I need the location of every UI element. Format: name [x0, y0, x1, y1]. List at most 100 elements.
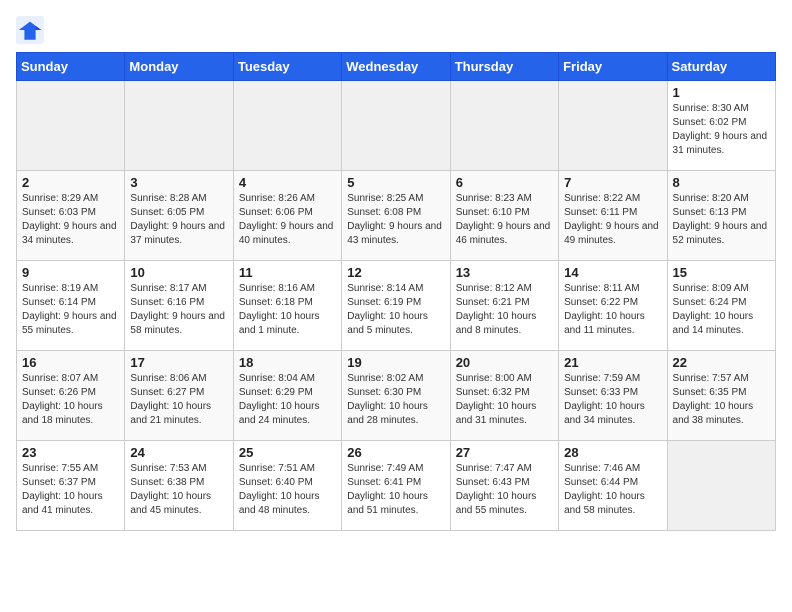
calendar-cell: 27 Sunrise: 7:47 AM Sunset: 6:43 PM Dayli… — [450, 441, 558, 531]
calendar-week-row: 9Sunrise: 8:19 AM Sunset: 6:14 PM Daylig… — [17, 261, 776, 351]
calendar-cell: 13 Sunrise: 8:12 AM Sunset: 6:21 PM Dayli… — [450, 261, 558, 351]
day-number: 11 — [239, 265, 336, 280]
day-number: 5 — [347, 175, 444, 190]
weekday-header-sunday: Sunday — [17, 53, 125, 81]
day-info: Sunrise: 7:51 AM Sunset: 6:40 PM Dayligh… — [239, 462, 336, 518]
calendar-cell: 14 Sunrise: 8:11 AM Sunset: 6:22 PM Dayli… — [559, 261, 667, 351]
calendar-cell: 23 Sunrise: 7:55 AM Sunset: 6:37 PM Dayli… — [17, 441, 125, 531]
calendar-cell — [233, 81, 341, 171]
day-number: 19 — [347, 355, 444, 370]
calendar-week-row: 23 Sunrise: 7:55 AM Sunset: 6:37 PM Dayli… — [17, 441, 776, 531]
calendar-cell: 6 Sunrise: 8:23 AM Sunset: 6:10 PM Daylig… — [450, 171, 558, 261]
day-info: Sunrise: 8:12 AM Sunset: 6:21 PM Dayligh… — [456, 282, 553, 338]
day-info: Sunrise: 7:59 AM Sunset: 6:33 PM Dayligh… — [564, 372, 661, 428]
day-number: 12 — [347, 265, 444, 280]
day-info: Sunrise: 8:11 AM Sunset: 6:22 PM Dayligh… — [564, 282, 661, 338]
weekday-header-saturday: Saturday — [667, 53, 775, 81]
day-number: 28 — [564, 445, 661, 460]
calendar-cell: 22 Sunrise: 7:57 AM Sunset: 6:35 PM Dayli… — [667, 351, 775, 441]
calendar-cell: 11 Sunrise: 8:16 AM Sunset: 6:18 PM Dayli… — [233, 261, 341, 351]
calendar-cell: 3 Sunrise: 8:28 AM Sunset: 6:05 PM Daylig… — [125, 171, 233, 261]
day-number: 22 — [673, 355, 770, 370]
calendar-cell: 2 Sunrise: 8:29 AM Sunset: 6:03 PM Daylig… — [17, 171, 125, 261]
calendar-cell: 5 Sunrise: 8:25 AM Sunset: 6:08 PM Daylig… — [342, 171, 450, 261]
calendar-cell — [17, 81, 125, 171]
day-number: 20 — [456, 355, 553, 370]
calendar-cell: 26 Sunrise: 7:49 AM Sunset: 6:41 PM Dayli… — [342, 441, 450, 531]
day-info: Sunrise: 8:22 AM Sunset: 6:11 PM Dayligh… — [564, 192, 661, 248]
calendar-cell: 28 Sunrise: 7:46 AM Sunset: 6:44 PM Dayli… — [559, 441, 667, 531]
day-info: Sunrise: 8:09 AM Sunset: 6:24 PM Dayligh… — [673, 282, 770, 338]
day-info: Sunrise: 7:46 AM Sunset: 6:44 PM Dayligh… — [564, 462, 661, 518]
weekday-header-monday: Monday — [125, 53, 233, 81]
day-info: Sunrise: 8:02 AM Sunset: 6:30 PM Dayligh… — [347, 372, 444, 428]
weekday-header-tuesday: Tuesday — [233, 53, 341, 81]
calendar-cell: 15 Sunrise: 8:09 AM Sunset: 6:24 PM Dayli… — [667, 261, 775, 351]
day-info: Sunrise: 8:16 AM Sunset: 6:18 PM Dayligh… — [239, 282, 336, 338]
calendar-cell: 17 Sunrise: 8:06 AM Sunset: 6:27 PM Dayli… — [125, 351, 233, 441]
day-number: 7 — [564, 175, 661, 190]
day-number: 23 — [22, 445, 119, 460]
calendar-header: SundayMondayTuesdayWednesdayThursdayFrid… — [17, 53, 776, 81]
day-number: 25 — [239, 445, 336, 460]
day-number: 27 — [456, 445, 553, 460]
day-info: Sunrise: 8:06 AM Sunset: 6:27 PM Dayligh… — [130, 372, 227, 428]
day-info: Sunrise: 7:49 AM Sunset: 6:41 PM Dayligh… — [347, 462, 444, 518]
calendar-week-row: 16 Sunrise: 8:07 AM Sunset: 6:26 PM Dayli… — [17, 351, 776, 441]
calendar-cell: 25 Sunrise: 7:51 AM Sunset: 6:40 PM Dayli… — [233, 441, 341, 531]
calendar-cell — [342, 81, 450, 171]
day-info: Sunrise: 8:25 AM Sunset: 6:08 PM Dayligh… — [347, 192, 444, 248]
day-info: Sunrise: 7:47 AM Sunset: 6:43 PM Dayligh… — [456, 462, 553, 518]
calendar-week-row: 1Sunrise: 8:30 AM Sunset: 6:02 PM Daylig… — [17, 81, 776, 171]
calendar-cell: 21 Sunrise: 7:59 AM Sunset: 6:33 PM Dayli… — [559, 351, 667, 441]
calendar-cell: 1Sunrise: 8:30 AM Sunset: 6:02 PM Daylig… — [667, 81, 775, 171]
day-number: 6 — [456, 175, 553, 190]
page-header — [16, 16, 776, 44]
day-number: 17 — [130, 355, 227, 370]
weekday-header-row: SundayMondayTuesdayWednesdayThursdayFrid… — [17, 53, 776, 81]
day-info: Sunrise: 7:55 AM Sunset: 6:37 PM Dayligh… — [22, 462, 119, 518]
logo-icon — [16, 16, 44, 44]
day-info: Sunrise: 8:20 AM Sunset: 6:13 PM Dayligh… — [673, 192, 770, 248]
day-number: 26 — [347, 445, 444, 460]
calendar-cell: 7 Sunrise: 8:22 AM Sunset: 6:11 PM Daylig… — [559, 171, 667, 261]
calendar-week-row: 2 Sunrise: 8:29 AM Sunset: 6:03 PM Daylig… — [17, 171, 776, 261]
day-number: 13 — [456, 265, 553, 280]
calendar-cell — [559, 81, 667, 171]
weekday-header-wednesday: Wednesday — [342, 53, 450, 81]
day-number: 4 — [239, 175, 336, 190]
calendar-cell — [450, 81, 558, 171]
day-info: Sunrise: 8:30 AM Sunset: 6:02 PM Dayligh… — [673, 102, 770, 158]
day-number: 21 — [564, 355, 661, 370]
calendar-cell: 16 Sunrise: 8:07 AM Sunset: 6:26 PM Dayli… — [17, 351, 125, 441]
day-number: 16 — [22, 355, 119, 370]
weekday-header-friday: Friday — [559, 53, 667, 81]
day-number: 2 — [22, 175, 119, 190]
day-info: Sunrise: 8:07 AM Sunset: 6:26 PM Dayligh… — [22, 372, 119, 428]
day-number: 18 — [239, 355, 336, 370]
logo — [16, 16, 48, 44]
day-info: Sunrise: 7:57 AM Sunset: 6:35 PM Dayligh… — [673, 372, 770, 428]
calendar-cell: 4 Sunrise: 8:26 AM Sunset: 6:06 PM Daylig… — [233, 171, 341, 261]
day-number: 15 — [673, 265, 770, 280]
day-info: Sunrise: 7:53 AM Sunset: 6:38 PM Dayligh… — [130, 462, 227, 518]
day-info: Sunrise: 8:23 AM Sunset: 6:10 PM Dayligh… — [456, 192, 553, 248]
calendar-cell — [125, 81, 233, 171]
day-info: Sunrise: 8:26 AM Sunset: 6:06 PM Dayligh… — [239, 192, 336, 248]
day-number: 3 — [130, 175, 227, 190]
calendar-cell — [667, 441, 775, 531]
calendar-body: 1Sunrise: 8:30 AM Sunset: 6:02 PM Daylig… — [17, 81, 776, 531]
day-number: 24 — [130, 445, 227, 460]
day-info: Sunrise: 8:19 AM Sunset: 6:14 PM Dayligh… — [22, 282, 119, 338]
day-info: Sunrise: 8:14 AM Sunset: 6:19 PM Dayligh… — [347, 282, 444, 338]
day-number: 14 — [564, 265, 661, 280]
calendar-cell: 12 Sunrise: 8:14 AM Sunset: 6:19 PM Dayli… — [342, 261, 450, 351]
calendar-cell: 18Sunrise: 8:04 AM Sunset: 6:29 PM Dayli… — [233, 351, 341, 441]
day-number: 8 — [673, 175, 770, 190]
day-info: Sunrise: 8:28 AM Sunset: 6:05 PM Dayligh… — [130, 192, 227, 248]
day-info: Sunrise: 8:00 AM Sunset: 6:32 PM Dayligh… — [456, 372, 553, 428]
calendar-table: SundayMondayTuesdayWednesdayThursdayFrid… — [16, 52, 776, 531]
day-info: Sunrise: 8:29 AM Sunset: 6:03 PM Dayligh… — [22, 192, 119, 248]
calendar-cell: 8 Sunrise: 8:20 AM Sunset: 6:13 PM Daylig… — [667, 171, 775, 261]
calendar-cell: 9Sunrise: 8:19 AM Sunset: 6:14 PM Daylig… — [17, 261, 125, 351]
